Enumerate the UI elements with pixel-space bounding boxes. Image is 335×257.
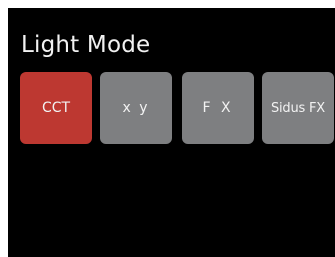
mode-button-fx[interactable]: F X: [182, 72, 254, 144]
light-mode-screen: Light Mode CCT x y F X Sidus FX: [8, 8, 335, 257]
mode-button-sidus-fx[interactable]: Sidus FX: [262, 72, 334, 144]
mode-button-cct[interactable]: CCT: [20, 72, 92, 144]
page-title: Light Mode: [21, 32, 151, 58]
mode-button-label: CCT: [41, 100, 71, 116]
mode-button-label: F X: [202, 100, 234, 116]
light-mode-options: CCT x y F X Sidus FX: [20, 72, 335, 144]
mode-button-label: x y: [122, 100, 150, 116]
mode-button-label: Sidus FX: [270, 100, 326, 116]
mode-button-xy[interactable]: x y: [100, 72, 172, 144]
